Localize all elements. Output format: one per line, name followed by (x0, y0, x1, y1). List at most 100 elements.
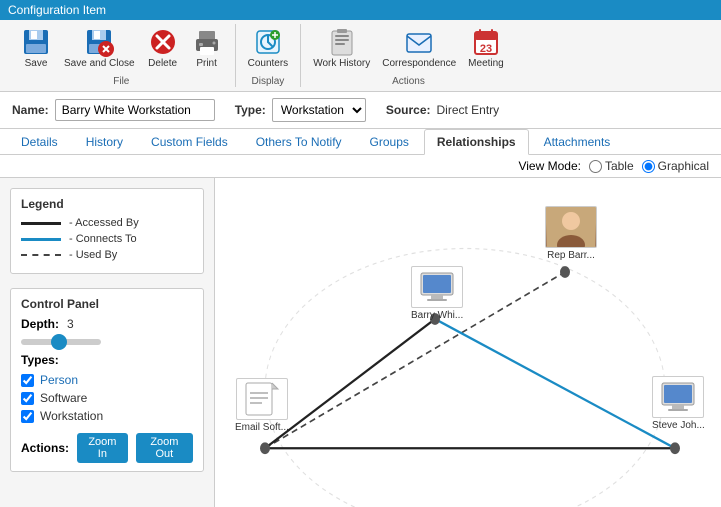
connection-email-barry (265, 319, 435, 448)
left-panel: Legend - Accessed By - Connects To - Use… (0, 178, 215, 507)
type-person-checkbox[interactable] (21, 374, 34, 387)
display-buttons: Counters (244, 24, 293, 72)
depth-slider-track[interactable] (21, 339, 101, 345)
graph-svg (215, 178, 721, 507)
email-icon (236, 378, 288, 420)
table-radio[interactable] (589, 160, 602, 173)
save-icon (20, 26, 52, 58)
source-label: Source: (386, 103, 431, 117)
accessed-by-line (21, 222, 61, 225)
node-dot-steve (670, 442, 680, 454)
delete-label: Delete (148, 58, 177, 70)
type-workstation-checkbox[interactable] (21, 410, 34, 423)
type-select-wrap[interactable]: Workstation (272, 98, 366, 122)
ribbon-group-file: Save Save and Close (8, 24, 236, 87)
node-barry[interactable]: Barry Whi... (411, 266, 463, 321)
types-label: Types: (21, 353, 193, 367)
work-history-button[interactable]: Work History (309, 24, 374, 72)
legend-used-by: - Used By (21, 249, 193, 261)
control-panel: Control Panel Depth: 3 Types: Person Sof… (10, 288, 204, 472)
graph-area: Rep Barr... Barry Whi... (215, 178, 721, 507)
name-label: Name: (12, 103, 49, 117)
zoom-in-button[interactable]: Zoom In (77, 433, 128, 463)
graphical-radio-label[interactable]: Graphical (642, 159, 709, 173)
counters-button[interactable]: Counters (244, 24, 293, 72)
title-bar: Configuration Item (0, 0, 721, 20)
depth-label: Depth: (21, 317, 59, 331)
delete-icon (147, 26, 179, 58)
email-label: Email Soft... (235, 422, 289, 433)
connects-to-line (21, 238, 61, 241)
depth-row: Depth: 3 (21, 317, 193, 331)
graphical-radio[interactable] (642, 160, 655, 173)
legend-connects-to: - Connects To (21, 233, 193, 245)
ribbon: Save Save and Close (0, 20, 721, 92)
save-label: Save (25, 58, 48, 70)
depth-slider-thumb[interactable] (51, 334, 67, 350)
svg-text:23: 23 (480, 43, 492, 55)
form-area: Name: Type: Workstation Source: Direct E… (0, 92, 721, 129)
meeting-icon: 23 (470, 26, 502, 58)
tab-groups[interactable]: Groups (357, 129, 422, 154)
barry-icon (411, 266, 463, 308)
print-icon (191, 26, 223, 58)
source-value: Direct Entry (437, 103, 500, 117)
counters-icon (252, 26, 284, 58)
steve-icon (652, 376, 704, 418)
print-button[interactable]: Print (187, 24, 227, 72)
meeting-button[interactable]: 23 Meeting (464, 24, 508, 72)
name-input[interactable] (55, 99, 215, 121)
correspondence-button[interactable]: Correspondence (378, 24, 460, 72)
connection-barry-steve (435, 319, 675, 448)
used-by-label: - Used By (69, 249, 117, 261)
actions-label: Actions: (21, 441, 69, 455)
type-field: Type: Workstation (235, 98, 366, 122)
used-by-line (21, 254, 61, 256)
type-label: Type: (235, 103, 266, 117)
table-radio-text: Table (605, 159, 634, 173)
node-dot-email (260, 442, 270, 454)
zoom-out-button[interactable]: Zoom Out (136, 433, 193, 463)
ribbon-group-display: Counters Display (236, 24, 302, 87)
accessed-by-label: - Accessed By (69, 217, 139, 229)
type-software-label: Software (40, 391, 87, 405)
tab-relationships[interactable]: Relationships (424, 129, 529, 155)
title-bar-label: Configuration Item (8, 3, 106, 17)
delete-button[interactable]: Delete (143, 24, 183, 72)
type-person-row: Person (21, 373, 193, 387)
view-mode-bar: View Mode: Table Graphical (0, 155, 721, 178)
table-radio-label[interactable]: Table (589, 159, 634, 173)
tab-history[interactable]: History (73, 129, 136, 154)
file-group-label: File (113, 76, 129, 87)
save-close-icon (83, 26, 115, 58)
save-close-label: Save and Close (64, 58, 135, 70)
actions-row: Actions: Zoom In Zoom Out (21, 433, 193, 463)
graphical-radio-text: Graphical (658, 159, 709, 173)
type-software-checkbox[interactable] (21, 392, 34, 405)
save-button[interactable]: Save (16, 24, 56, 72)
view-mode-label: View Mode: (518, 159, 580, 173)
meeting-label: Meeting (468, 58, 504, 70)
print-label: Print (196, 58, 217, 70)
tab-attachments[interactable]: Attachments (531, 129, 624, 154)
node-steve[interactable]: Steve Joh... (652, 376, 705, 431)
tab-others-to-notify[interactable]: Others To Notify (243, 129, 355, 154)
tab-details[interactable]: Details (8, 129, 71, 154)
depth-value: 3 (67, 317, 74, 331)
actions-group-label: Actions (392, 76, 425, 87)
rep-avatar (545, 206, 597, 248)
type-workstation-label: Workstation (40, 409, 103, 423)
counters-label: Counters (248, 58, 289, 70)
display-group-label: Display (252, 76, 285, 87)
legend-box: Legend - Accessed By - Connects To - Use… (10, 188, 204, 274)
type-select[interactable]: Workstation (273, 99, 365, 121)
type-software-row: Software (21, 391, 193, 405)
node-email[interactable]: Email Soft... (235, 378, 289, 433)
save-close-button[interactable]: Save and Close (60, 24, 139, 72)
tab-custom-fields[interactable]: Custom Fields (138, 129, 241, 154)
node-dot-rep (560, 266, 570, 278)
type-workstation-row: Workstation (21, 409, 193, 423)
node-rep[interactable]: Rep Barr... (545, 206, 597, 261)
legend-accessed-by: - Accessed By (21, 217, 193, 229)
ribbon-group-actions: Work History Correspondence 23 (301, 24, 516, 87)
